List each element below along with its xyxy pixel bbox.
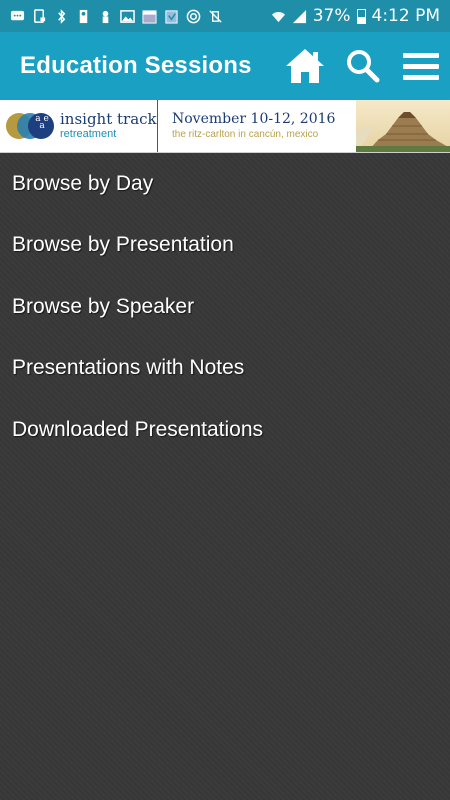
logo-text: insight track retreatment	[60, 111, 157, 141]
logo-subtitle: retreatment	[60, 128, 117, 140]
menu-item-presentations-with-notes[interactable]: Presentations with Notes	[0, 338, 450, 400]
image-icon	[120, 9, 135, 23]
person-icon	[102, 10, 109, 23]
chat-icon	[10, 10, 25, 20]
clock: 4:12 PM	[371, 6, 441, 26]
menu-icon	[403, 53, 439, 80]
menu-button[interactable]	[392, 32, 450, 100]
sim-icon	[34, 8, 46, 23]
target-icon	[186, 9, 201, 23]
search-icon	[347, 50, 380, 83]
pyramid-image	[356, 100, 450, 152]
wifi-icon	[271, 11, 285, 22]
event-date: November 10-12, 2016	[172, 111, 336, 127]
home-button[interactable]	[276, 32, 334, 100]
search-button[interactable]	[334, 32, 392, 100]
logo-name: insight track	[60, 110, 157, 128]
page-title: Education Sessions	[20, 52, 252, 79]
status-right: 37% 4:12 PM	[271, 6, 440, 26]
bt-icon	[58, 8, 66, 24]
signal-icon	[292, 9, 306, 23]
menu-item-browse-by-speaker[interactable]: Browse by Speaker	[0, 276, 450, 338]
event-banner: a e a insight track retreatment November…	[0, 100, 450, 153]
logo-mark: a e a	[6, 111, 56, 141]
event-location: the ritz-carlton in cancún, mexico	[172, 129, 319, 140]
clipboard-icon	[165, 9, 178, 24]
logo-letters: a e a	[35, 114, 49, 131]
vibrate-off-icon	[209, 9, 222, 23]
battery-icon	[356, 8, 366, 24]
status-bar: 37% 4:12 PM	[0, 0, 450, 32]
battery-percent: 37%	[312, 6, 351, 26]
app-bar: Education Sessions	[0, 32, 450, 100]
event-info: November 10-12, 2016 the ritz-carlton in…	[158, 110, 348, 142]
sessions-menu: Browse by Day Browse by Presentation Bro…	[0, 153, 450, 800]
menu-item-browse-by-presentation[interactable]: Browse by Presentation	[0, 215, 450, 277]
app-actions	[276, 32, 450, 100]
sd-icon	[79, 9, 88, 23]
menu-item-browse-by-day[interactable]: Browse by Day	[0, 153, 450, 215]
menu-item-downloaded-presentations[interactable]: Downloaded Presentations	[0, 399, 450, 461]
notification-icons	[10, 8, 223, 24]
logo: a e a insight track retreatment	[0, 100, 158, 152]
calendar-icon	[142, 9, 157, 24]
home-icon	[286, 49, 324, 83]
